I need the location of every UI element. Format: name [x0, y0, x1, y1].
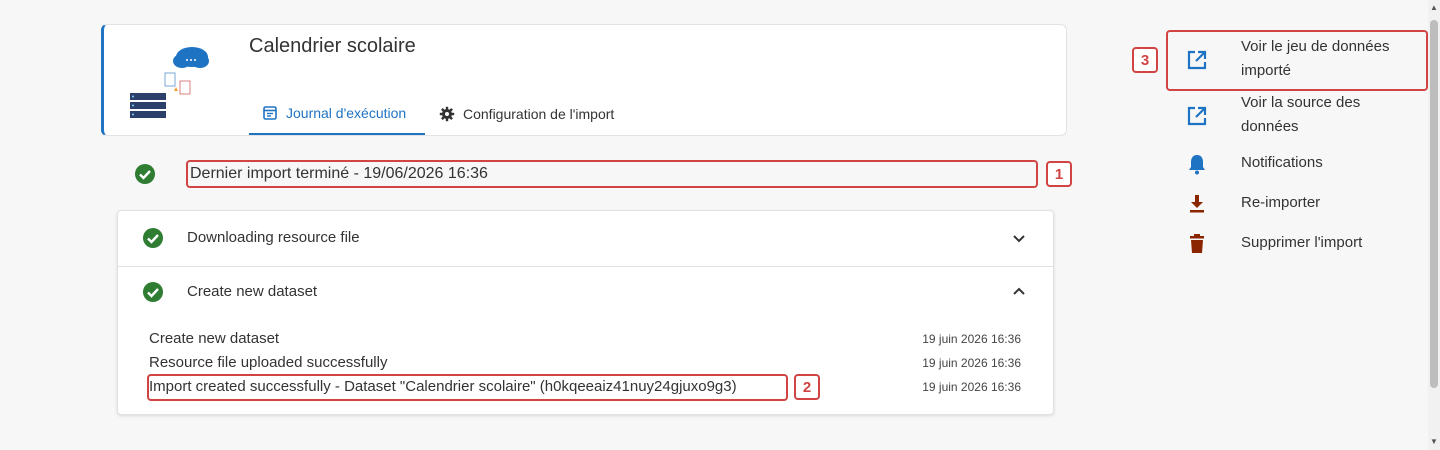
step-create-dataset[interactable]: Create new dataset — [118, 265, 1053, 319]
import-steps-panel: Downloading resource file Create new dat… — [117, 210, 1054, 415]
action-label: Re-importer — [1241, 194, 1321, 211]
action-view-imported-dataset[interactable]: Voir le jeu de données importé — [1170, 35, 1425, 85]
download-icon — [1190, 195, 1204, 213]
step-label: Downloading resource file — [187, 229, 360, 246]
log-message: Import created successfully - Dataset "C… — [149, 378, 737, 395]
journal-icon — [263, 106, 277, 120]
bell-icon — [1189, 155, 1205, 175]
step-downloading-resource[interactable]: Downloading resource file — [118, 211, 1053, 265]
last-import-status: Dernier import terminé - 19/06/2026 16:3… — [186, 160, 1038, 188]
tab-journal[interactable]: Journal d'exécution — [249, 93, 425, 135]
action-label: Supprimer l'import — [1241, 234, 1363, 251]
scrollbar-thumb[interactable] — [1430, 20, 1438, 388]
scroll-up-arrow[interactable]: ▲ — [1430, 4, 1438, 12]
log-message: Resource file uploaded successfully — [149, 354, 388, 371]
scroll-down-arrow[interactable]: ▼ — [1430, 438, 1438, 446]
log-timestamp: 19 juin 2026 16:36 — [922, 356, 1021, 370]
tab-journal-label: Journal d'exécution — [286, 105, 407, 121]
tab-configuration[interactable]: Configuration de l'import — [439, 93, 614, 135]
tab-config-label: Configuration de l'import — [463, 106, 615, 122]
action-notifications[interactable]: Notifications — [1170, 151, 1425, 177]
action-reimport[interactable]: Re-importer — [1170, 191, 1425, 217]
log-timestamp: 19 juin 2026 16:36 — [922, 332, 1021, 346]
action-label: Voir le jeu de données — [1241, 38, 1390, 55]
action-label-line2: données — [1241, 118, 1299, 135]
annotation-marker-2: 2 — [794, 374, 820, 400]
external-link-icon — [1187, 50, 1207, 70]
import-illustration — [130, 47, 209, 118]
log-timestamp: 19 juin 2026 16:36 — [922, 380, 1021, 394]
log-message: Create new dataset — [149, 330, 280, 347]
external-link-icon — [1187, 106, 1207, 126]
step-label: Create new dataset — [187, 283, 318, 300]
chevron-down-icon[interactable] — [1011, 230, 1027, 246]
action-delete-import[interactable]: Supprimer l'import — [1170, 231, 1425, 257]
chevron-up-icon[interactable] — [1011, 284, 1027, 300]
action-view-source[interactable]: Voir la source des données — [1170, 91, 1425, 141]
trash-icon — [1190, 234, 1204, 253]
action-label: Voir la source des — [1241, 94, 1361, 111]
success-check-icon — [143, 228, 163, 248]
gear-icon — [439, 106, 455, 122]
page-title: Calendrier scolaire — [249, 35, 416, 57]
annotation-marker-1: 1 — [1046, 161, 1072, 187]
action-label-line2: importé — [1241, 62, 1292, 79]
success-check-icon — [135, 164, 155, 184]
action-label: Notifications — [1241, 154, 1323, 171]
import-header-card: Calendrier scolaire Journal d'exécution … — [101, 24, 1067, 136]
annotation-marker-3: 3 — [1132, 47, 1158, 73]
success-check-icon — [143, 282, 163, 302]
